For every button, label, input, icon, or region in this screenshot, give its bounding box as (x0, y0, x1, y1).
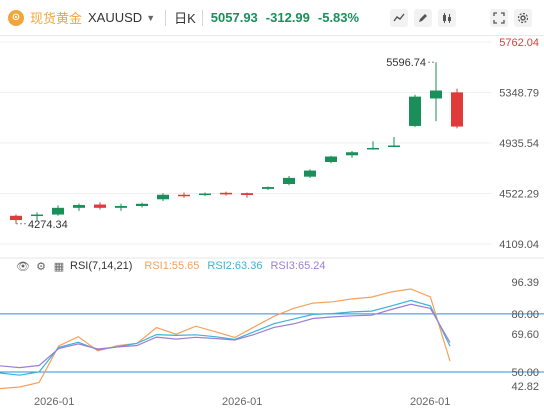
candles: 5596.74 4274.34 (10, 57, 463, 231)
gold-coin-icon: ⊙ (8, 9, 24, 26)
price-tick-label: 4522.29 (499, 189, 539, 201)
symbol-code[interactable]: XAUUSD (88, 10, 142, 25)
date-axis: 2026-01 2026-01 2026-01 (0, 396, 544, 412)
candle-body (325, 156, 337, 163)
price-change-percent: -5.83% (317, 10, 360, 25)
rsi-axis: 96.39 80.00 69.60 50.00 42.82 (511, 277, 539, 393)
candle-body (388, 145, 400, 148)
fullscreen-button[interactable] (490, 9, 508, 27)
price-axis: 5762.04 5348.79 4935.54 4522.29 4109.04 (499, 37, 539, 251)
main-grid (0, 41, 544, 259)
price-tick-label: 5348.79 (499, 88, 539, 100)
rsi-tick-label: 69.60 (511, 329, 539, 341)
chart-type-button[interactable] (438, 9, 456, 27)
low-label: 4274.34 (28, 219, 68, 231)
rsi-tick-label: 96.39 (511, 277, 539, 289)
indicator-icon[interactable]: ▦ (52, 259, 66, 273)
date-tick: 2026-01 (410, 396, 451, 408)
candle-body (178, 194, 190, 197)
price-tick-label: 4935.54 (499, 138, 539, 150)
candle-body (451, 92, 463, 127)
price-tick-label: 5762.04 (499, 37, 539, 49)
rsi3-value: RSI3:65.24 (270, 260, 326, 272)
chart-header: ⊙ 现货黄金 XAUUSD ▼ 日K 5057.93 -312.99 -5.83… (0, 0, 544, 36)
period-selector[interactable]: 日K (174, 8, 196, 27)
candle-body (94, 204, 106, 208)
candle-body (241, 193, 253, 196)
candle-body (199, 193, 211, 196)
expand-icon (493, 12, 505, 24)
chevron-down-icon[interactable]: ▼ (146, 13, 155, 23)
rsi-legend: 👁 ⚙ ▦ RSI(7,14,21) RSI1:55.65 RSI2:63.36… (16, 259, 326, 273)
candle-body (73, 205, 85, 208)
current-price: 5057.93 (210, 10, 258, 25)
candle-body (346, 152, 358, 156)
divider (201, 9, 203, 26)
chart-area[interactable]: 5596.74 4274.34 5762.04 5348.79 4935.54 4522… (0, 36, 544, 396)
candle-body (10, 215, 22, 221)
high-label: 5596.74 (386, 57, 426, 69)
gear-icon (517, 12, 529, 24)
price-change: -312.99 (265, 10, 310, 25)
rsi-tick-label: 42.82 (511, 381, 539, 393)
rsi2-value: RSI2:63.36 (207, 260, 263, 272)
candle-body (220, 192, 232, 195)
candlestick-icon (443, 13, 451, 23)
gear-icon[interactable]: ⚙ (34, 259, 48, 273)
candle-body (52, 207, 64, 215)
candle-body (283, 177, 295, 185)
draw-tool-button[interactable] (414, 9, 432, 27)
divider (165, 9, 167, 26)
rsi-name: RSI(7,14,21) (70, 260, 133, 272)
rsi-lines (0, 288, 451, 390)
rsi-tick-label: 50.00 (511, 367, 539, 379)
date-tick: 2026-01 (34, 396, 75, 408)
eye-icon[interactable]: 👁 (16, 259, 30, 273)
candle-body (304, 170, 316, 177)
candle-body (430, 90, 442, 99)
candle-body (115, 206, 127, 208)
settings-button[interactable] (514, 9, 532, 27)
pencil-icon (419, 14, 427, 22)
candle-body (409, 96, 421, 126)
rsi-tick-label: 80.00 (511, 309, 539, 321)
candle-body (262, 187, 274, 189)
candle-body (31, 214, 43, 217)
candle-body (157, 194, 169, 200)
candle-body (367, 147, 379, 150)
price-tick-label: 4109.04 (499, 239, 539, 251)
line-chart-icon (393, 13, 405, 22)
rsi1-value: RSI1:55.65 (144, 260, 200, 272)
candle-body (136, 203, 148, 207)
line-tool-button[interactable] (390, 9, 408, 27)
date-tick: 2026-01 (222, 396, 263, 408)
symbol-name[interactable]: 现货黄金 (30, 8, 82, 27)
